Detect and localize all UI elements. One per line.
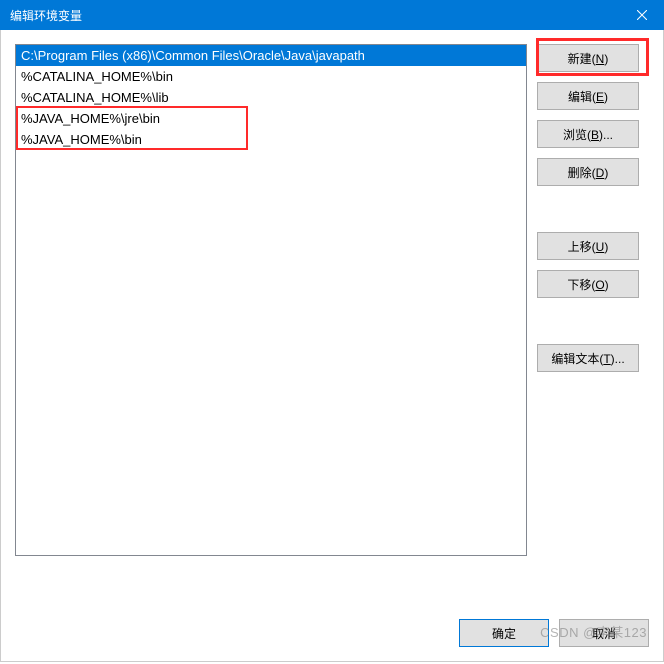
- browse-button[interactable]: 浏览(B)...: [537, 120, 639, 148]
- move-down-button[interactable]: 下移(O): [537, 270, 639, 298]
- list-item[interactable]: %JAVA_HOME%\jre\bin: [16, 108, 526, 129]
- window-title: 编辑环境变量: [10, 7, 82, 24]
- button-column: 新建(N) 编辑(E) 浏览(B)... 删除(D) 上移(U) 下移(O) 编…: [537, 44, 639, 556]
- edit-text-button[interactable]: 编辑文本(T)...: [537, 344, 639, 372]
- list-item[interactable]: %CATALINA_HOME%\lib: [16, 87, 526, 108]
- close-button[interactable]: [619, 0, 664, 30]
- move-up-button[interactable]: 上移(U): [537, 232, 639, 260]
- close-icon: [637, 10, 647, 20]
- titlebar: 编辑环境变量: [0, 0, 664, 30]
- dialog-body: C:\Program Files (x86)\Common Files\Orac…: [0, 30, 664, 662]
- list-item[interactable]: %JAVA_HOME%\bin: [16, 129, 526, 150]
- new-button[interactable]: 新建(N): [537, 44, 639, 72]
- delete-button[interactable]: 删除(D): [537, 158, 639, 186]
- ok-button[interactable]: 确定: [459, 619, 549, 647]
- list-item[interactable]: C:\Program Files (x86)\Common Files\Orac…: [16, 45, 526, 66]
- path-listbox[interactable]: C:\Program Files (x86)\Common Files\Orac…: [15, 44, 527, 556]
- edit-button[interactable]: 编辑(E): [537, 82, 639, 110]
- dialog-footer: 确定 取消: [459, 619, 649, 647]
- cancel-button[interactable]: 取消: [559, 619, 649, 647]
- list-item[interactable]: %CATALINA_HOME%\bin: [16, 66, 526, 87]
